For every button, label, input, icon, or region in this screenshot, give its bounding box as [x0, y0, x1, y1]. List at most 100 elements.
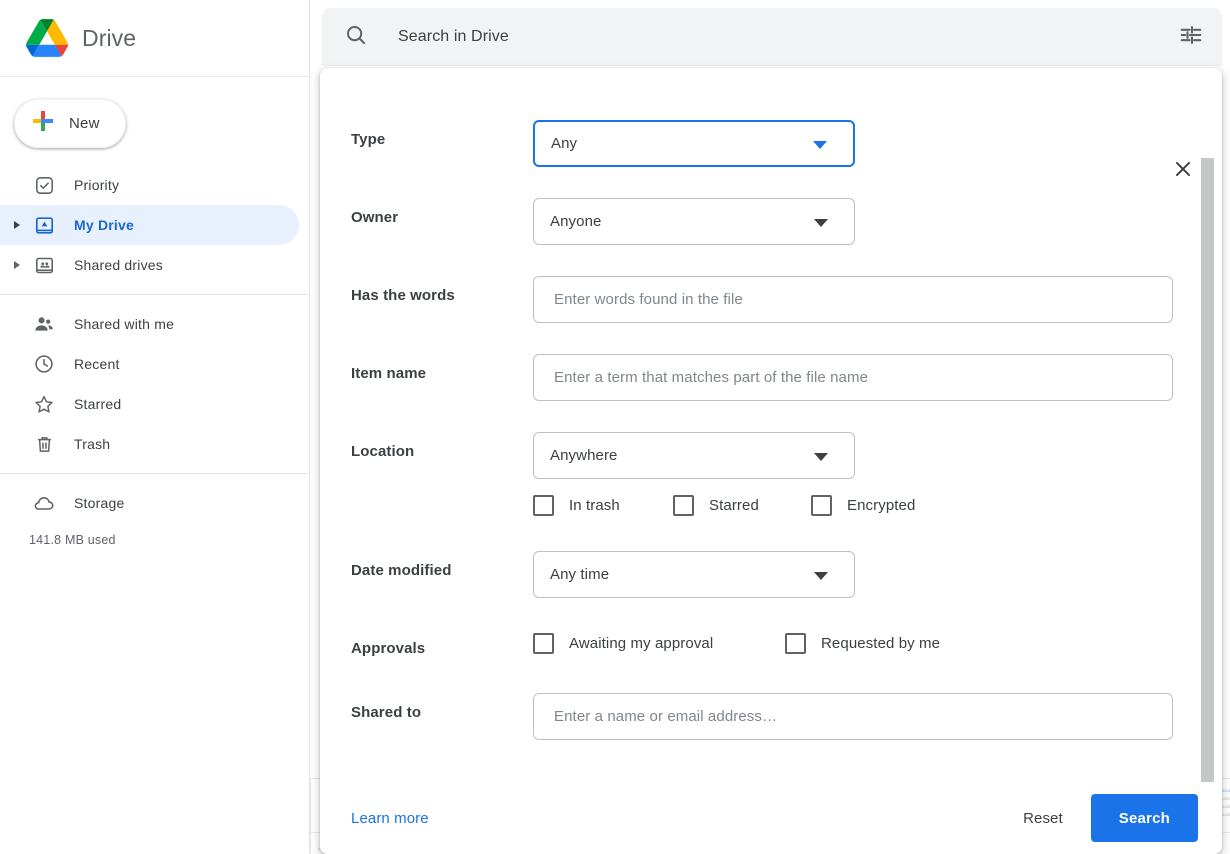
- clock-icon: [33, 353, 55, 375]
- shared-to-input[interactable]: Enter a name or email address…: [533, 693, 1173, 740]
- sidebar-item-label: Shared drives: [74, 257, 163, 273]
- new-button[interactable]: New: [14, 99, 126, 148]
- has-the-words-placeholder: Enter words found in the file: [554, 291, 743, 308]
- approvals-checkbox-row: Awaiting my approval Requested by me: [533, 629, 1172, 654]
- checkbox-box[interactable]: [785, 633, 806, 654]
- checkbox-label: Requested by me: [821, 635, 940, 652]
- search-bar[interactable]: Search in Drive: [322, 8, 1222, 66]
- sidebar-item-recent[interactable]: Recent: [0, 344, 299, 384]
- checkbox-label: Encrypted: [847, 497, 915, 514]
- location-select-value: Anywhere: [550, 447, 618, 464]
- checkbox-box[interactable]: [673, 495, 694, 516]
- chevron-down-icon: [814, 453, 828, 461]
- type-select[interactable]: Any: [533, 120, 855, 167]
- tune-icon[interactable]: [1178, 22, 1204, 53]
- brand-header: Drive: [0, 0, 309, 77]
- scrollbar-thumb[interactable]: [1201, 158, 1214, 836]
- sidebar-item-label: Starred: [74, 396, 121, 412]
- date-modified-select[interactable]: Any time: [533, 551, 855, 598]
- checkbox-requested-by-me[interactable]: Requested by me: [785, 633, 940, 654]
- label-has-the-words: Has the words: [351, 276, 533, 304]
- has-the-words-input[interactable]: Enter words found in the file: [533, 276, 1173, 323]
- checkbox-awaiting-my-approval[interactable]: Awaiting my approval: [533, 633, 785, 654]
- sidebar-item-label: Priority: [74, 177, 119, 193]
- row-has-the-words: Has the words Enter words found in the f…: [320, 276, 1222, 323]
- item-name-placeholder: Enter a term that matches part of the fi…: [554, 369, 868, 386]
- plus-icon: [31, 109, 55, 138]
- row-owner: Owner Anyone: [320, 198, 1222, 245]
- location-checkbox-row: In trash Starred Encrypted: [533, 479, 1172, 516]
- sidebar-item-label: Recent: [74, 356, 120, 372]
- sidebar-item-trash[interactable]: Trash: [0, 424, 299, 464]
- label-owner: Owner: [351, 198, 533, 226]
- expand-caret-icon[interactable]: [14, 221, 20, 229]
- checkbox-label: Awaiting my approval: [569, 635, 713, 652]
- search-input[interactable]: Search in Drive: [368, 28, 1178, 46]
- search-icon[interactable]: [344, 23, 368, 52]
- checkbox-label: Starred: [709, 497, 759, 514]
- date-modified-select-value: Any time: [550, 566, 609, 583]
- drive-logo-icon: [26, 19, 68, 57]
- row-date-modified: Date modified Any time: [320, 551, 1222, 598]
- dialog-content: Type Any Owner Anyone: [320, 68, 1222, 854]
- row-item-name: Item name Enter a term that matches part…: [320, 354, 1222, 401]
- nav-primary: Priority My Drive: [0, 160, 309, 547]
- checkbox-starred[interactable]: Starred: [673, 495, 811, 516]
- sidebar-item-priority[interactable]: Priority: [0, 165, 299, 205]
- reset-button[interactable]: Reset: [1005, 800, 1081, 837]
- checkbox-encrypted[interactable]: Encrypted: [811, 495, 915, 516]
- row-shared-to: Shared to Enter a name or email address…: [320, 693, 1222, 740]
- sidebar-item-label: Shared with me: [74, 316, 174, 332]
- drive-app-window: In March 2021, OpenAI released GPT-3, an…: [0, 0, 1230, 854]
- dialog-footer: Learn more Reset Search: [320, 782, 1222, 854]
- label-location: Location: [351, 432, 533, 460]
- chevron-down-icon: [814, 572, 828, 580]
- checkbox-box[interactable]: [533, 495, 554, 516]
- my-drive-icon: [33, 214, 55, 236]
- shared-drives-icon: [33, 254, 55, 276]
- sidebar-item-shared-with-me[interactable]: Shared with me: [0, 304, 299, 344]
- location-select[interactable]: Anywhere: [533, 432, 855, 479]
- search-button[interactable]: Search: [1091, 794, 1198, 842]
- label-type: Type: [351, 120, 533, 148]
- sidebar-item-label: Trash: [74, 436, 110, 452]
- people-icon: [33, 313, 55, 335]
- type-select-value: Any: [551, 135, 577, 152]
- dialog-scrollbar[interactable]: [1201, 158, 1214, 836]
- checkbox-in-trash[interactable]: In trash: [533, 495, 673, 516]
- chevron-down-icon: [814, 219, 828, 227]
- owner-select-value: Anyone: [550, 213, 601, 230]
- owner-select[interactable]: Anyone: [533, 198, 855, 245]
- checkbox-box[interactable]: [533, 633, 554, 654]
- row-type: Type Any: [320, 120, 1222, 167]
- row-location: Location Anywhere In trash Starred: [320, 432, 1222, 516]
- item-name-input[interactable]: Enter a term that matches part of the fi…: [533, 354, 1173, 401]
- sidebar-item-starred[interactable]: Starred: [0, 384, 299, 424]
- checkbox-box[interactable]: [811, 495, 832, 516]
- learn-more-link[interactable]: Learn more: [351, 810, 429, 827]
- label-item-name: Item name: [351, 354, 533, 382]
- expand-caret-icon[interactable]: [14, 261, 20, 269]
- priority-check-icon: [33, 174, 55, 196]
- sidebar: Drive New: [0, 0, 310, 854]
- star-icon: [33, 393, 55, 415]
- sidebar-divider: [0, 473, 309, 474]
- trash-icon: [33, 433, 55, 455]
- sidebar-item-label: My Drive: [74, 217, 134, 233]
- label-approvals: Approvals: [351, 629, 533, 657]
- checkbox-label: In trash: [569, 497, 620, 514]
- chevron-down-icon: [813, 141, 827, 149]
- sidebar-divider: [0, 294, 309, 295]
- new-button-label: New: [69, 115, 100, 132]
- label-shared-to: Shared to: [351, 693, 533, 721]
- brand-name: Drive: [82, 25, 136, 52]
- cloud-icon: [33, 492, 55, 514]
- label-date-modified: Date modified: [351, 551, 533, 579]
- storage-used-text: 141.8 MB used: [0, 523, 309, 547]
- close-icon[interactable]: [1168, 154, 1198, 184]
- advanced-search-dialog: Type Any Owner Anyone: [320, 68, 1222, 854]
- sidebar-item-shared-drives[interactable]: Shared drives: [0, 245, 299, 285]
- sidebar-item-storage[interactable]: Storage: [0, 483, 299, 523]
- sidebar-item-my-drive[interactable]: My Drive: [0, 205, 299, 245]
- shared-to-placeholder: Enter a name or email address…: [554, 708, 777, 725]
